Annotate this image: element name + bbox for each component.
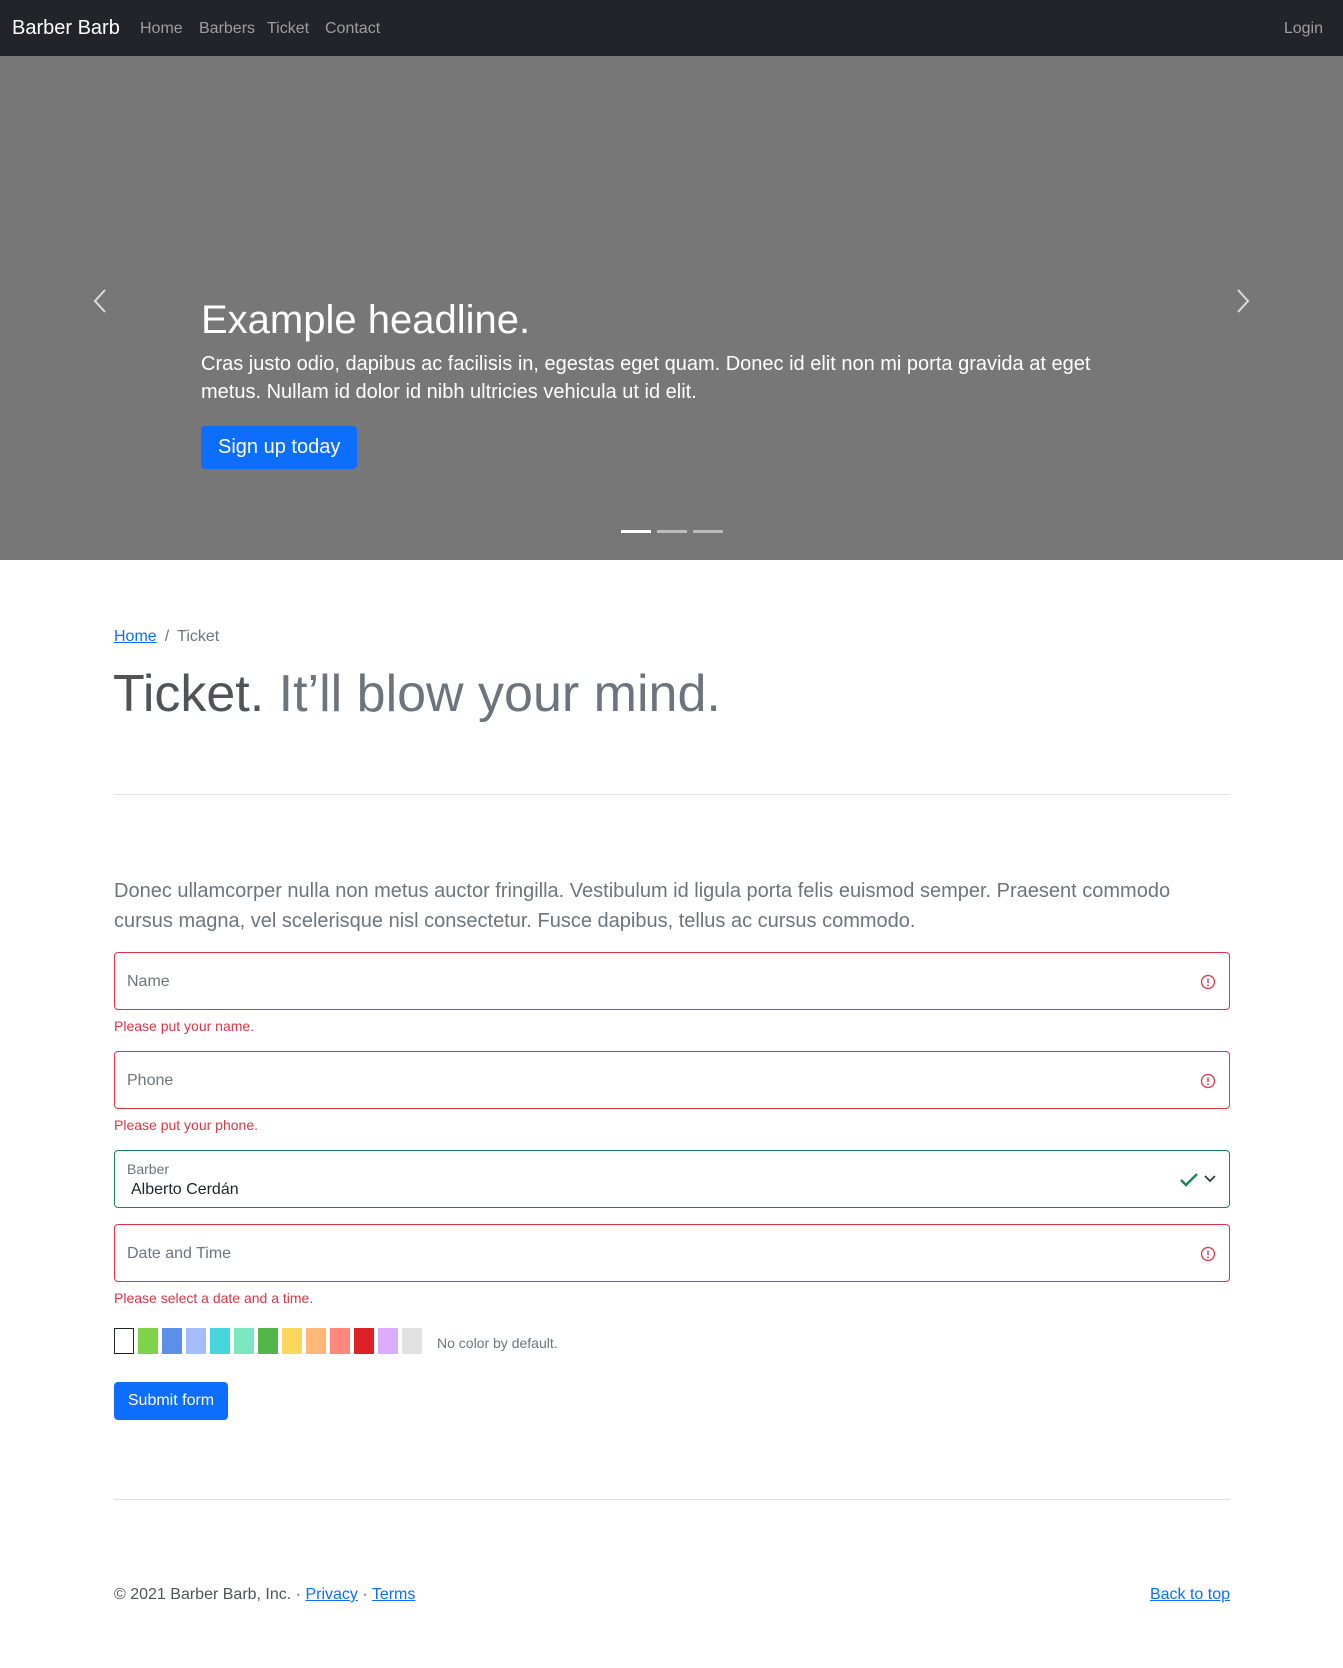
- barber-select[interactable]: Barber Alberto Cerdán: [114, 1150, 1230, 1208]
- breadcrumb: Home / Ticket: [114, 628, 219, 646]
- nav-link-ticket[interactable]: Ticket: [267, 20, 309, 38]
- submit-button[interactable]: Submit form: [114, 1382, 228, 1420]
- color-swatch[interactable]: [234, 1328, 254, 1354]
- page-title-muted: It’ll blow your mind.: [278, 665, 721, 723]
- terms-link[interactable]: Terms: [372, 1586, 416, 1603]
- barber-label: Barber: [127, 1161, 170, 1177]
- chevron-right-icon: [1237, 289, 1250, 313]
- carousel-indicator-2[interactable]: [657, 530, 687, 533]
- datetime-error: Please select a date and a time.: [114, 1290, 314, 1306]
- nav-link-contact[interactable]: Contact: [325, 20, 380, 38]
- chevron-left-icon: [93, 289, 106, 313]
- color-swatch[interactable]: [138, 1328, 158, 1354]
- carousel-indicator-1[interactable]: [621, 530, 651, 533]
- hero-carousel: Example headline. Cras justo odio, dapib…: [0, 56, 1343, 560]
- signup-button[interactable]: Sign up today: [201, 426, 358, 469]
- carousel-indicators: [621, 530, 729, 548]
- page-title: Ticket. It’ll blow your mind.: [113, 662, 721, 726]
- footer-copyright: © 2021 Barber Barb, Inc. · Privacy · Ter…: [114, 1586, 415, 1604]
- color-swatch[interactable]: [402, 1328, 422, 1354]
- name-error: Please put your name.: [114, 1018, 255, 1034]
- footer-separator: ·: [357, 1586, 372, 1603]
- color-swatch[interactable]: [258, 1328, 278, 1354]
- barber-selected-value: Alberto Cerdán: [131, 1181, 239, 1198]
- color-swatch[interactable]: [162, 1328, 182, 1354]
- navbar: Barber Barb Home Barbers Ticket Contact …: [0, 0, 1343, 56]
- phone-field[interactable]: Phone: [114, 1051, 1230, 1109]
- nav-link-barbers[interactable]: Barbers: [199, 20, 255, 38]
- brand-logo[interactable]: Barber Barb: [12, 17, 120, 40]
- chevron-down-icon: [1204, 1175, 1216, 1183]
- copyright-text: © 2021 Barber Barb, Inc. ·: [114, 1586, 306, 1603]
- login-link[interactable]: Login: [1284, 20, 1323, 38]
- carousel-next-button[interactable]: [1227, 286, 1257, 316]
- phone-placeholder: Phone: [127, 1072, 174, 1089]
- error-icon: [1199, 1072, 1217, 1090]
- carousel-title: Example headline.: [201, 298, 531, 342]
- error-icon: [1199, 1245, 1217, 1263]
- color-swatch[interactable]: [282, 1328, 302, 1354]
- check-icon: [1180, 1173, 1198, 1187]
- privacy-link[interactable]: Privacy: [305, 1586, 357, 1603]
- section-divider: [114, 794, 1230, 795]
- breadcrumb-home-link[interactable]: Home: [114, 628, 157, 645]
- carousel-text: Cras justo odio, dapibus ac facilisis in…: [201, 353, 1091, 403]
- color-swatch[interactable]: [114, 1328, 134, 1354]
- datetime-placeholder: Date and Time: [127, 1245, 232, 1262]
- carousel-caption: Example headline. Cras justo odio, dapib…: [201, 296, 1101, 469]
- color-swatch[interactable]: [330, 1328, 350, 1354]
- color-swatch[interactable]: [378, 1328, 398, 1354]
- name-field[interactable]: Name: [114, 952, 1230, 1010]
- phone-error: Please put your phone.: [114, 1117, 258, 1133]
- carousel-indicator-3[interactable]: [693, 530, 723, 533]
- nav-link-home[interactable]: Home: [140, 20, 183, 38]
- back-to-top-link[interactable]: Back to top: [1150, 1586, 1230, 1604]
- carousel-prev-button[interactable]: [86, 286, 116, 316]
- breadcrumb-current: Ticket: [177, 628, 220, 645]
- color-swatch[interactable]: [210, 1328, 230, 1354]
- color-swatch[interactable]: [354, 1328, 374, 1354]
- name-placeholder: Name: [127, 973, 170, 990]
- lead-paragraph: Donec ullamcorper nulla non metus auctor…: [114, 880, 1171, 932]
- page-title-main: Ticket.: [113, 665, 265, 723]
- error-icon: [1199, 973, 1217, 991]
- color-swatch[interactable]: [306, 1328, 326, 1354]
- footer-divider: [114, 1499, 1230, 1500]
- datetime-field[interactable]: Date and Time: [114, 1224, 1230, 1282]
- color-swatch[interactable]: [186, 1328, 206, 1354]
- color-help-text: No color by default.: [437, 1335, 558, 1351]
- breadcrumb-separator: /: [164, 628, 170, 645]
